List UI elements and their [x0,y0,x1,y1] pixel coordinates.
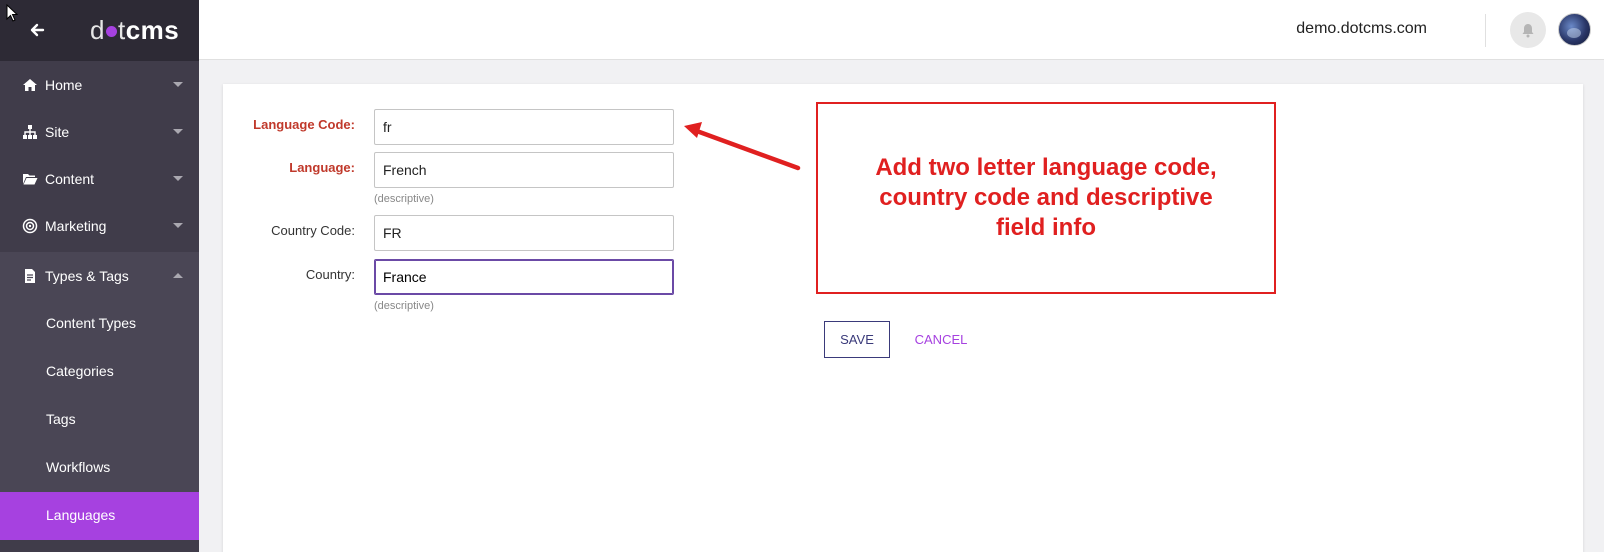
sub-item-label: Categories [46,363,114,379]
country-input[interactable] [374,259,674,295]
document-icon [25,269,35,283]
logo-text-t: t [117,15,126,45]
nav-item-marketing[interactable]: Marketing [0,202,199,250]
cancel-button[interactable]: CANCEL [908,321,974,358]
sidebar-header: d tcms [0,0,199,61]
nav-item-home[interactable]: Home [0,61,199,109]
sidebar-item-languages[interactable]: Languages [0,492,199,540]
save-button[interactable]: SAVE [824,321,890,358]
notifications-button[interactable] [1510,12,1546,48]
target-icon [22,218,38,234]
dotcms-logo[interactable]: d tcms [90,15,179,46]
country-label: Country: [305,267,355,282]
back-arrow-icon[interactable] [29,21,45,39]
language-code-label: Language Code: [253,117,355,132]
home-icon [23,79,37,91]
nav-item-site[interactable]: Site [0,108,199,156]
sidebar-item-categories[interactable]: Categories [0,348,199,396]
app-root: d tcms Home Site Content Marketing Types … [0,0,1604,552]
site-selector[interactable]: demo.dotcms.com [1296,20,1427,38]
country-hint: (descriptive) [374,300,434,312]
language-input[interactable] [374,152,674,188]
nav-item-content[interactable]: Content [0,155,199,203]
logo-dot [105,25,117,37]
sidebar-item-content-types[interactable]: Content Types [0,300,199,348]
country-code-label: Country Code: [271,223,355,238]
nav-label: Content [45,171,95,187]
chevron-down-icon [173,82,183,87]
toolbar-divider [1485,14,1486,47]
logo-text-d: d [90,15,105,45]
nav-label: Marketing [45,218,107,234]
nav-label: Types & Tags [45,268,129,284]
sub-item-label: Languages [46,507,116,523]
sidebar: d tcms Home Site Content Marketing Types … [0,0,199,552]
sub-item-label: Workflows [46,459,111,475]
sidebar-item-workflows[interactable]: Workflows [0,444,199,492]
submenu-types-tags: Content Types Categories Tags Workflows … [0,300,199,552]
user-avatar[interactable] [1558,13,1591,46]
nav-label: Home [45,77,83,93]
annotation-box: Add two letter language code, country co… [816,102,1276,294]
language-code-input[interactable] [374,109,674,145]
sitemap-icon [23,125,37,139]
sidebar-item-tags[interactable]: Tags [0,396,199,444]
folder-icon [23,174,38,185]
logo-text-cms: cms [125,15,180,45]
annotation-text: Add two letter language code, country co… [875,154,1217,241]
bell-icon [1522,23,1534,37]
chevron-down-icon [173,223,183,228]
chevron-down-icon [173,176,183,181]
nav-label: Site [45,124,70,140]
sub-item-label: Content Types [46,315,137,331]
annotation-arrow [684,122,801,171]
language-label: Language: [289,160,355,175]
nav-item-types-tags[interactable]: Types & Tags [0,252,199,300]
language-hint: (descriptive) [374,193,434,205]
chevron-down-icon [173,129,183,134]
sub-item-label: Tags [46,411,76,427]
top-bar: demo.dotcms.com [199,0,1604,60]
chevron-up-icon [173,273,183,278]
sidebar-bottom [0,540,199,552]
country-code-input[interactable] [374,215,674,251]
mouse-cursor-icon [6,4,18,22]
